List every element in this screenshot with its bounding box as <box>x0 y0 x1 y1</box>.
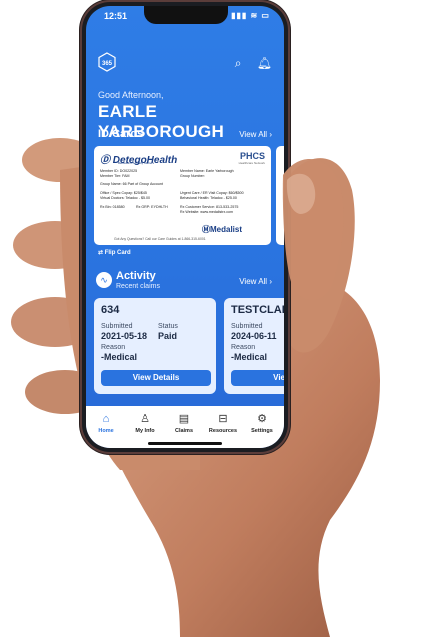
card-rx-website: Rx Website: www.medalistrx.com <box>180 210 234 214</box>
card-member-tier: Member Tier: FAM <box>100 174 130 178</box>
flip-card-button[interactable]: ⇄ Flip Card <box>98 249 131 256</box>
gear-icon: ⚙ <box>257 413 267 425</box>
claim-reason: -Medical <box>231 352 268 362</box>
chevron-right-icon: › <box>269 130 272 139</box>
document-icon: ▤ <box>178 413 190 425</box>
card-network: PHCS <box>239 151 265 161</box>
card-footer: Got Any Questions? Call our Care Guides … <box>114 237 206 241</box>
view-details-button[interactable]: View Details <box>101 370 211 386</box>
tab-label: Resources <box>208 428 238 434</box>
card-rx-grp: Rx GRP: EYDHLTH <box>136 205 168 209</box>
claim-number: 634 <box>101 304 120 316</box>
tab-label: Claims <box>174 428 194 434</box>
card-rx-customer: Rx Customer Service: 813-533-2575 <box>180 205 239 209</box>
card-group-name: Group Name: 66 Part of Group Account <box>100 182 163 186</box>
tab-label: Home <box>98 428 114 434</box>
card-office-copay: Office / Spec Copay: $25/$45 <box>100 191 147 195</box>
bell-icon[interactable]: 🔔︎ <box>257 56 272 70</box>
header-actions: ⌕ 🔔︎ <box>223 56 272 71</box>
submitted-label: Submitted <box>101 323 133 330</box>
card-pharmacy: ⓂMedalist <box>202 224 242 235</box>
scene: 12:51 ▮▮▮ ≋ ▭ 365 ⌕ 🔔︎ Good Afternoon, E… <box>0 0 441 637</box>
id-cards-view-all[interactable]: View All › <box>239 130 272 139</box>
id-card[interactable]: Ⓓ DetegoHealth Because it Actually Matte… <box>94 146 271 245</box>
status-label: Status <box>158 323 178 330</box>
tab-claims[interactable]: ▤ Claims <box>166 412 202 434</box>
tab-label: My Info <box>135 428 155 434</box>
search-icon[interactable]: ⌕ <box>235 56 242 70</box>
submitted-date: 2021-05-18 <box>101 331 148 341</box>
activity-subtitle: Recent claims <box>116 283 160 290</box>
view-details-button[interactable]: Vie <box>231 370 284 386</box>
submitted-date: 2024-06-11 <box>231 331 277 341</box>
card-rx-bin: Rx Bin: 018580 <box>100 205 125 209</box>
submitted-label: Submitted <box>231 323 263 330</box>
claim-card[interactable]: TESTCLAI Submitted 2024-06-11 Reason -Me… <box>224 298 284 394</box>
user-icon: ♙ <box>140 413 150 425</box>
tab-label: Settings <box>251 428 273 434</box>
card-member-name: Member Name: Earle Yarborough <box>180 169 234 173</box>
reason-label: Reason <box>101 344 126 351</box>
app-logo-icon[interactable]: 365 <box>98 52 116 72</box>
activity-title: Activity <box>116 270 156 282</box>
tab-settings[interactable]: ⚙ Settings <box>244 412 280 434</box>
tab-resources[interactable]: ⊟ Resources <box>205 412 241 434</box>
tab-home[interactable]: ⌂ Home <box>88 412 124 434</box>
activity-view-all[interactable]: View All › <box>239 277 272 286</box>
app-logo-text: 365 <box>102 61 113 67</box>
view-all-label: View All <box>239 277 268 286</box>
claim-reason: -Medical <box>101 352 138 362</box>
card-brand-sub: Because it Actually Matters <box>118 161 155 165</box>
id-cards-title: ID Cards <box>98 128 144 140</box>
status-time: 12:51 <box>104 11 128 21</box>
activity-pulse-icon: ∿ <box>96 272 112 288</box>
flip-icon: ⇄ <box>98 250 104 256</box>
status-indicators: ▮▮▮ ≋ ▭ <box>231 11 270 20</box>
home-icon: ⌂ <box>102 413 110 425</box>
reason-label: Reason <box>231 344 256 351</box>
book-icon: ⊟ <box>218 413 228 425</box>
card-behavioral: Behavioral Health: Teladoc - $25.00 <box>180 196 237 200</box>
chevron-right-icon: › <box>269 277 272 286</box>
flip-card-label: Flip Card <box>104 250 131 256</box>
phone-notch <box>144 6 228 24</box>
app-screen: 12:51 ▮▮▮ ≋ ▭ 365 ⌕ 🔔︎ Good Afternoon, E… <box>86 6 284 448</box>
card-pharmacy-text: Medalist <box>210 225 243 234</box>
greeting-text: Good Afternoon, <box>98 90 164 100</box>
card-group-number: Group Number: <box>180 174 205 178</box>
claim-card[interactable]: 634 Submitted 2021-05-18 Status Paid Rea… <box>94 298 216 394</box>
claim-status: Paid <box>158 331 178 341</box>
pharmacy-logo-icon: Ⓜ <box>202 225 210 234</box>
brand-logo-icon: Ⓓ <box>100 155 110 166</box>
claim-number: TESTCLAI <box>231 304 284 316</box>
card-network-sub: Healthcare Network <box>238 161 265 165</box>
card-virtual-doctors: Virtual Doctors: Teladoc - $5.00 <box>100 196 151 200</box>
card-member-id: Member ID: DO022025 <box>100 169 138 173</box>
card-urgent-care: Urgent Care / ER Visit Copay: $60/$500 <box>180 191 244 195</box>
home-indicator[interactable] <box>148 442 222 445</box>
tab-my-info[interactable]: ♙ My Info <box>127 412 163 434</box>
id-card-next[interactable] <box>276 146 284 245</box>
view-all-label: View All <box>239 130 268 139</box>
